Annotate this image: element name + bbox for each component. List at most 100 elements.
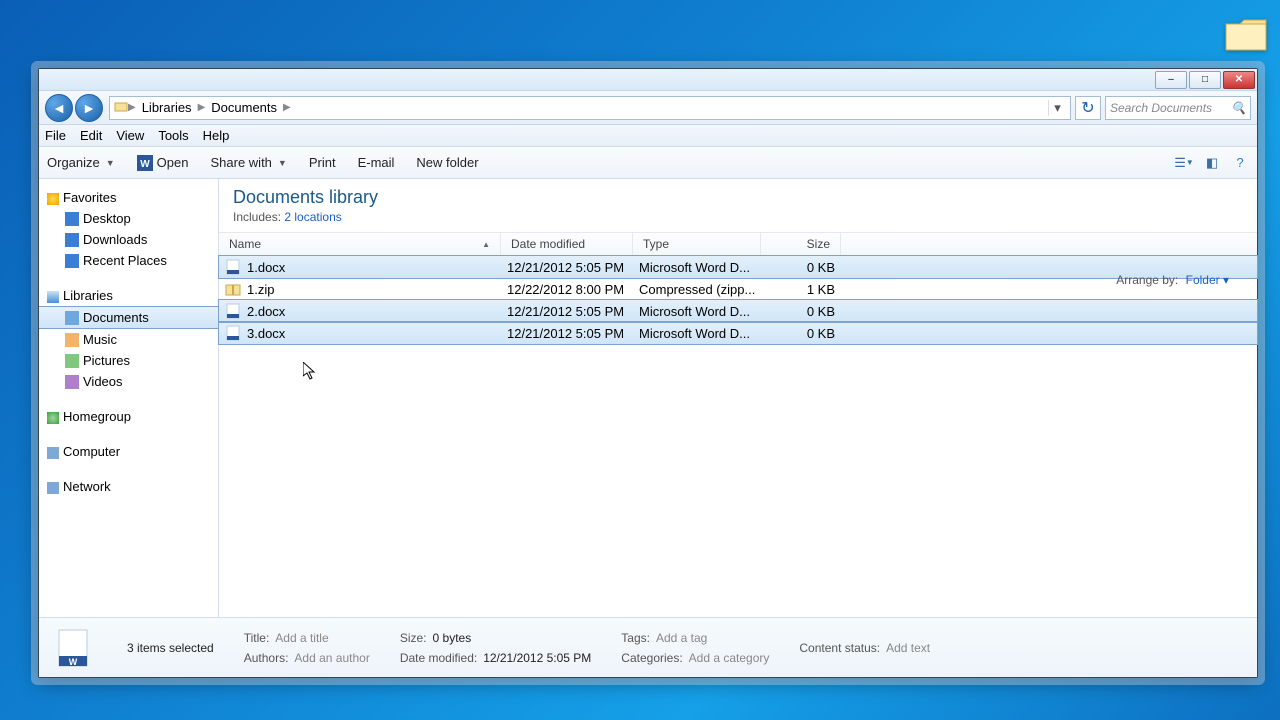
new-folder-button[interactable]: New folder <box>416 155 478 170</box>
selection-status: 3 items selected <box>127 641 214 655</box>
arrange-by-dropdown[interactable]: Folder ▾ <box>1186 273 1229 287</box>
sidebar-item-downloads[interactable]: Downloads <box>39 229 218 250</box>
sidebar-item-pictures[interactable]: Pictures <box>39 350 218 371</box>
desktop-folder-icon[interactable] <box>1222 10 1270 58</box>
file-date: 12/21/2012 5:05 PM <box>501 326 633 341</box>
column-name[interactable]: Name▲ <box>219 233 501 255</box>
sidebar-item-documents[interactable]: Documents <box>39 306 218 329</box>
breadcrumb-libraries[interactable]: Libraries <box>136 100 198 115</box>
email-button[interactable]: E-mail <box>358 155 395 170</box>
file-date: 12/21/2012 5:05 PM <box>501 304 633 319</box>
file-type: Microsoft Word D... <box>633 260 761 275</box>
search-input[interactable]: Search Documents 🔍 <box>1105 96 1251 120</box>
address-bar[interactable]: ▶ Libraries ▶ Documents ▶ ▾ <box>109 96 1071 120</box>
address-dropdown[interactable]: ▾ <box>1048 100 1066 116</box>
menu-help[interactable]: Help <box>203 128 230 143</box>
chevron-right-icon[interactable]: ▶ <box>283 102 291 113</box>
details-categories-label: Categories: <box>621 651 682 665</box>
sort-ascending-icon: ▲ <box>482 240 490 249</box>
forward-button[interactable]: ► <box>75 94 103 122</box>
details-content-status-label: Content status: <box>799 641 880 655</box>
details-title-label: Title: <box>244 631 270 645</box>
details-size-label: Size: <box>400 631 427 645</box>
sidebar-item-music[interactable]: Music <box>39 329 218 350</box>
content-pane: Documents library Includes: 2 locations … <box>219 179 1257 617</box>
open-button[interactable]: W Open <box>137 155 189 171</box>
titlebar: – □ ✕ <box>39 69 1257 91</box>
menu-edit[interactable]: Edit <box>80 128 102 143</box>
zip-icon <box>225 281 241 297</box>
svg-text:W: W <box>140 159 150 170</box>
file-name: 1.docx <box>247 260 501 275</box>
file-date: 12/22/2012 8:00 PM <box>501 282 633 297</box>
help-button[interactable]: ? <box>1231 154 1249 172</box>
sidebar-computer[interactable]: Computer <box>39 441 218 462</box>
file-size: 1 KB <box>761 282 835 297</box>
svg-text:W: W <box>69 657 78 667</box>
column-size[interactable]: Size <box>761 233 841 255</box>
details-categories-value[interactable]: Add a category <box>689 651 770 665</box>
column-headers: Name▲ Date modified Type Size <box>219 232 1257 256</box>
sidebar-item-recent-places[interactable]: Recent Places <box>39 250 218 271</box>
share-with-button[interactable]: Share with▼ <box>210 155 286 170</box>
sidebar-network[interactable]: Network <box>39 476 218 497</box>
refresh-button[interactable]: ↻ <box>1075 96 1101 120</box>
arrange-by: Arrange by: Folder ▾ <box>1116 273 1229 287</box>
docx-icon <box>225 303 241 319</box>
file-type: Microsoft Word D... <box>633 326 761 341</box>
print-button[interactable]: Print <box>309 155 336 170</box>
search-icon[interactable]: 🔍 <box>1231 101 1246 115</box>
details-tags-label: Tags: <box>621 631 650 645</box>
file-name: 3.docx <box>247 326 501 341</box>
explorer-window: – □ ✕ ◄ ► ▶ Libraries ▶ Documents ▶ ▾ ↻ … <box>38 68 1258 678</box>
details-title-value[interactable]: Add a title <box>275 631 328 645</box>
details-datemod-value: 12/21/2012 5:05 PM <box>483 651 591 665</box>
command-bar: Organize▼ W Open Share with▼ Print E-mai… <box>39 147 1257 179</box>
sidebar-favorites[interactable]: Favorites <box>39 187 218 208</box>
file-name: 1.zip <box>247 282 501 297</box>
breadcrumb-documents[interactable]: Documents <box>205 100 283 115</box>
sidebar-libraries[interactable]: Libraries <box>39 285 218 306</box>
details-datemod-label: Date modified: <box>400 651 477 665</box>
back-button[interactable]: ◄ <box>45 94 73 122</box>
details-content-status-value[interactable]: Add text <box>886 641 930 655</box>
file-row[interactable]: 2.docx12/21/2012 5:05 PMMicrosoft Word D… <box>219 300 1257 322</box>
details-authors-value[interactable]: Add an author <box>294 651 369 665</box>
docx-icon <box>225 259 241 275</box>
file-list: 1.docx12/21/2012 5:05 PMMicrosoft Word D… <box>219 256 1257 344</box>
file-size: 0 KB <box>761 260 835 275</box>
includes-link[interactable]: 2 locations <box>284 210 341 224</box>
sidebar-homegroup[interactable]: Homegroup <box>39 406 218 427</box>
file-size: 0 KB <box>761 326 835 341</box>
details-tags-value[interactable]: Add a tag <box>656 631 707 645</box>
details-size-value: 0 bytes <box>433 631 472 645</box>
minimize-button[interactable]: – <box>1155 71 1187 89</box>
menu-tools[interactable]: Tools <box>158 128 188 143</box>
maximize-button[interactable]: □ <box>1189 71 1221 89</box>
preview-pane-button[interactable]: ◧ <box>1203 154 1221 172</box>
file-row[interactable]: 3.docx12/21/2012 5:05 PMMicrosoft Word D… <box>219 322 1257 344</box>
column-date-modified[interactable]: Date modified <box>501 233 633 255</box>
menu-bar: File Edit View Tools Help <box>39 125 1257 147</box>
chevron-right-icon[interactable]: ▶ <box>198 102 206 113</box>
word-icon: W <box>137 155 153 171</box>
menu-view[interactable]: View <box>116 128 144 143</box>
close-button[interactable]: ✕ <box>1223 71 1255 89</box>
organize-button[interactable]: Organize▼ <box>47 155 115 170</box>
file-date: 12/21/2012 5:05 PM <box>501 260 633 275</box>
file-row[interactable]: 1.docx12/21/2012 5:05 PMMicrosoft Word D… <box>219 256 1257 278</box>
docx-icon <box>225 325 241 341</box>
sidebar-item-desktop[interactable]: Desktop <box>39 208 218 229</box>
file-type: Microsoft Word D... <box>633 304 761 319</box>
nav-toolbar: ◄ ► ▶ Libraries ▶ Documents ▶ ▾ ↻ Search… <box>39 91 1257 125</box>
library-title: Documents library <box>233 187 1243 208</box>
column-type[interactable]: Type <box>633 233 761 255</box>
sidebar-item-videos[interactable]: Videos <box>39 371 218 392</box>
menu-file[interactable]: File <box>45 128 66 143</box>
view-options-button[interactable]: ☰▼ <box>1175 154 1193 172</box>
file-row[interactable]: 1.zip12/22/2012 8:00 PMCompressed (zipp.… <box>219 278 1257 300</box>
file-size: 0 KB <box>761 304 835 319</box>
chevron-right-icon[interactable]: ▶ <box>128 102 136 113</box>
folder-icon <box>114 99 128 116</box>
file-type: Compressed (zipp... <box>633 282 761 297</box>
